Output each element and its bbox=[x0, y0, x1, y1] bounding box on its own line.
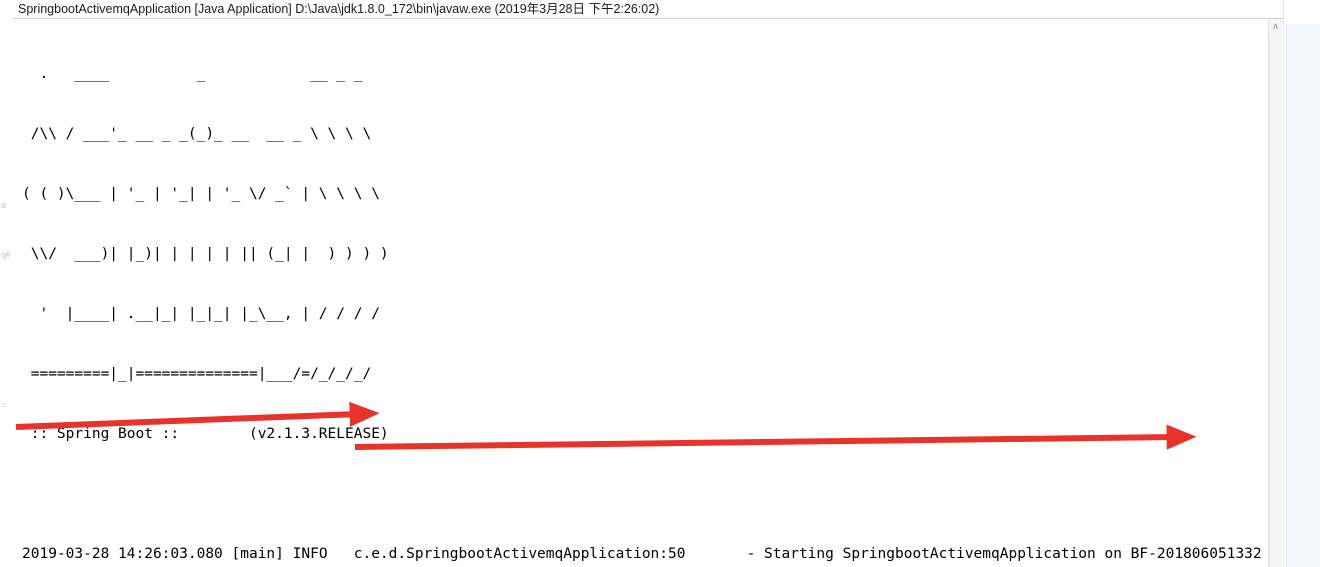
banner-line-5: ' |____| .__|_| |_|_| |_\__, | / / / / bbox=[22, 306, 380, 322]
banner-line-2: /\\ / ___'_ __ _ _(_)_ __ __ _ \ \ \ \ bbox=[22, 126, 372, 142]
log-thread: [main] bbox=[231, 546, 293, 562]
scroll-up-arrow-icon[interactable]: ∧ bbox=[1269, 19, 1282, 35]
ghost-text-2: q# bbox=[1, 250, 11, 260]
log-lines-container: 2019-03-28 14:26:03.080 [main] INFO c.e.… bbox=[22, 544, 1282, 567]
banner-spacer bbox=[22, 484, 1282, 504]
eclipse-console-window: a q# = SpringbootActivemqApplication [Ja… bbox=[0, 0, 1320, 567]
banner-line-3: ( ( )\___ | '_ | '_| | '_ \/ _` | \ \ \ … bbox=[22, 186, 380, 202]
editor-remnant-strip: a q# = bbox=[0, 0, 12, 567]
log-message: - Starting SpringbootActivemqApplication… bbox=[746, 546, 1282, 562]
banner-line-7: :: Spring Boot :: (v2.1.3.RELEASE) bbox=[22, 426, 389, 442]
ghost-text-3: = bbox=[1, 400, 6, 410]
log-logger: c.e.d.SpringbootActivemqApplication:50 bbox=[353, 546, 747, 562]
right-panel-fill bbox=[1287, 24, 1320, 567]
console-vertical-scrollbar[interactable]: ∧ bbox=[1268, 19, 1282, 567]
console-title-bar: SpringbootActivemqApplication [Java Appl… bbox=[12, 0, 1282, 19]
ghost-text-1: a bbox=[1, 200, 6, 210]
console-title-text: SpringbootActivemqApplication [Java Appl… bbox=[18, 2, 660, 16]
console-text-block: . ____ _ __ _ _ /\\ / ___'_ __ _ _(_)_ _… bbox=[22, 24, 1282, 567]
log-timestamp: 2019-03-28 14:26:03.080 bbox=[22, 546, 232, 562]
console-output-area[interactable]: . ____ _ __ _ _ /\\ / ___'_ __ _ _(_)_ _… bbox=[12, 19, 1282, 567]
log-level: INFO bbox=[292, 546, 354, 562]
banner-line-1: . ____ _ __ _ _ bbox=[22, 66, 363, 82]
scrollbar-track bbox=[1269, 35, 1270, 567]
banner-line-4: \\/ ___)| |_)| | | | | || (_| | ) ) ) ) bbox=[22, 246, 389, 262]
log-line: 2019-03-28 14:26:03.080 [main] INFO c.e.… bbox=[22, 544, 1282, 564]
banner-line-6: =========|_|==============|___/=/_/_/_/ bbox=[22, 366, 372, 382]
